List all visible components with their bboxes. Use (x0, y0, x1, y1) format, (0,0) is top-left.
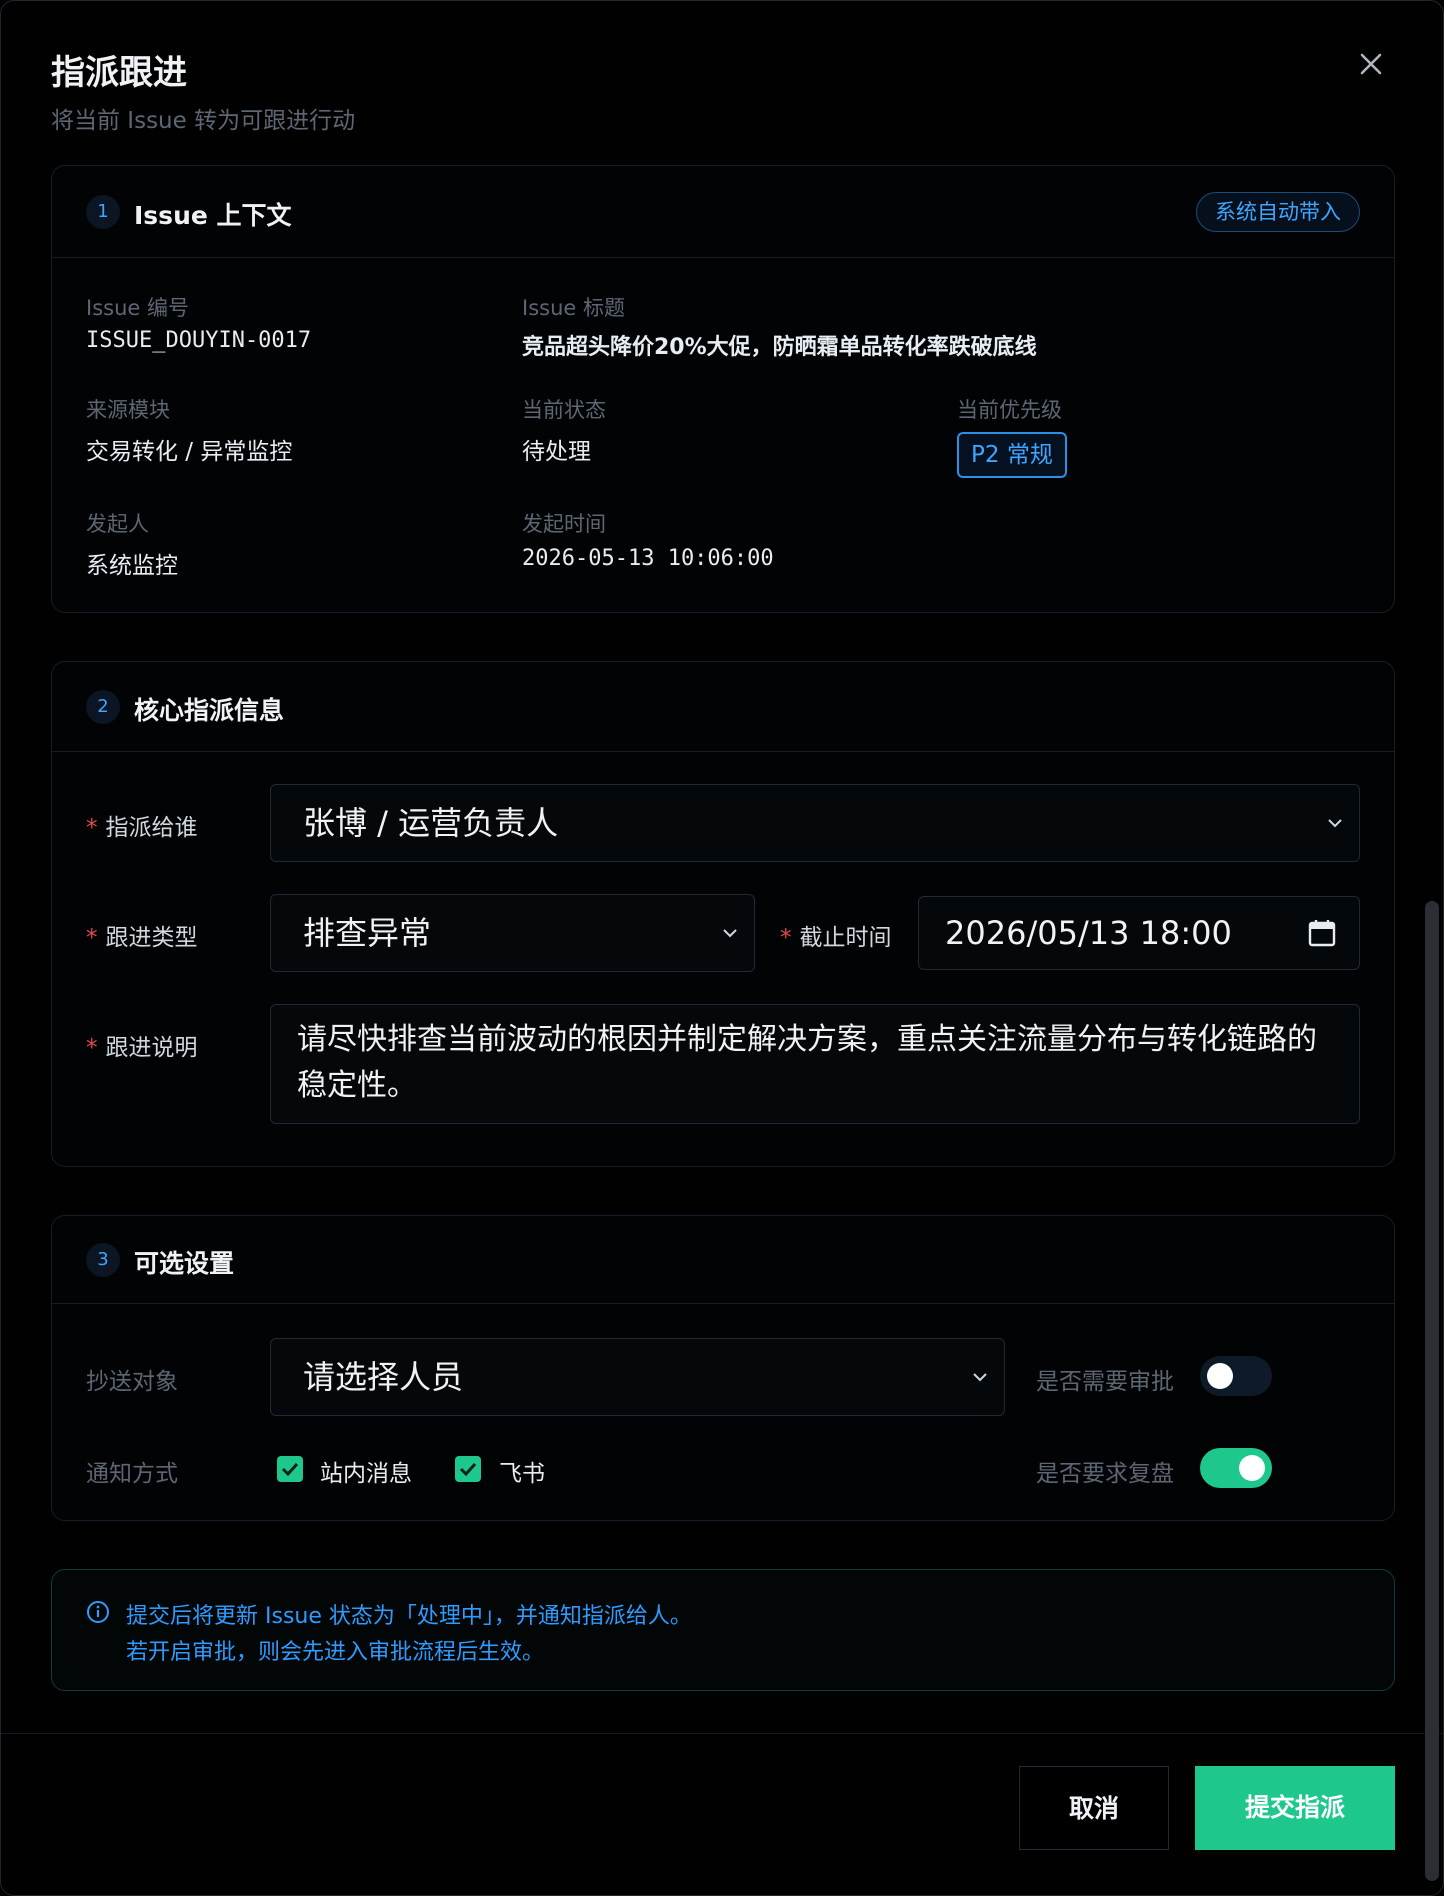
description-label-text: 跟进说明 (105, 1035, 198, 1061)
source-module-value: 交易转化 / 异常监控 (86, 439, 293, 465)
info-icon (87, 1601, 109, 1623)
approval-label: 是否需要审批 (1036, 1369, 1174, 1395)
follow-type-label: * 跟进类型 (86, 918, 198, 952)
cc-placeholder: 请选择人员 (303, 1358, 464, 1396)
notify-inapp-label: 站内消息 (320, 1461, 412, 1487)
toggle-knob (1239, 1455, 1265, 1481)
required-mark: * (86, 925, 98, 951)
card-header: 2 核心指派信息 (52, 662, 1394, 752)
core-assign-card: 2 核心指派信息 * 指派给谁 张博 / 运营负责人 * 跟进类型 排查异常 * 截止… (51, 661, 1395, 1167)
step-badge: 1 (86, 195, 120, 229)
optional-settings-card: 3 可选设置 抄送对象 请选择人员 是否需要审批 通知方式 站内消息 飞书 是否… (51, 1215, 1395, 1521)
dialog-title: 指派跟进 (51, 53, 187, 93)
notify-inapp-checkbox[interactable] (277, 1456, 303, 1482)
notify-feishu-checkbox[interactable] (455, 1456, 481, 1482)
step-badge: 2 (86, 690, 120, 724)
review-label: 是否要求复盘 (1036, 1461, 1174, 1487)
follow-type-select[interactable]: 排查异常 (270, 894, 755, 972)
notice-line-1: 提交后将更新 Issue 状态为「处理中」，并通知指派给人。 (126, 1604, 692, 1629)
deadline-value: 2026/05/13 18:00 (945, 914, 1232, 952)
status-label: 当前状态 (522, 398, 606, 422)
deadline-label: * 截止时间 (780, 918, 892, 952)
auto-fill-tag: 系统自动带入 (1196, 192, 1360, 232)
initiated-time-label: 发起时间 (522, 512, 606, 536)
check-icon (459, 1462, 477, 1477)
scrollbar-thumb[interactable] (1425, 901, 1439, 1881)
card-title: 可选设置 (134, 1249, 235, 1278)
issue-context-card: 1 Issue 上下文 系统自动带入 Issue 编号 ISSUE_DOUYIN… (51, 165, 1395, 613)
assignee-value: 张博 / 运营负责人 (303, 804, 559, 842)
issue-title-value: 竞品超头降价20%大促，防晒霜单品转化率跌破底线 (522, 335, 1037, 360)
issue-id-label: Issue 编号 (86, 296, 189, 320)
description-textarea[interactable]: 请尽快排查当前波动的根因并制定解决方案，重点关注流量分布与转化链路的稳定性。 (270, 1004, 1360, 1124)
chevron-down-icon (723, 929, 737, 938)
close-icon[interactable] (1355, 48, 1387, 80)
source-module-label: 来源模块 (86, 398, 170, 422)
issue-title-label: Issue 标题 (522, 296, 625, 320)
dialog-subtitle: 将当前 Issue 转为可跟进行动 (51, 108, 356, 134)
required-mark: * (86, 815, 98, 841)
initiator-label: 发起人 (86, 512, 149, 536)
card-title: 核心指派信息 (134, 696, 285, 725)
assignee-select[interactable]: 张博 / 运营负责人 (270, 784, 1360, 862)
calendar-icon[interactable] (1307, 918, 1337, 948)
cancel-button[interactable]: 取消 (1019, 1766, 1169, 1850)
card-header: 3 可选设置 (52, 1216, 1394, 1304)
chevron-down-icon (973, 1373, 987, 1382)
deadline-label-text: 截止时间 (799, 925, 892, 951)
chevron-down-icon (1328, 819, 1342, 828)
follow-type-value: 排查异常 (303, 914, 432, 952)
description-value: 请尽快排查当前波动的根因并制定解决方案，重点关注流量分布与转化链路的稳定性。 (297, 1022, 1317, 1103)
review-toggle[interactable] (1200, 1448, 1272, 1488)
approval-toggle[interactable] (1200, 1356, 1272, 1396)
cc-select[interactable]: 请选择人员 (270, 1338, 1005, 1416)
card-title: Issue 上下文 (134, 201, 292, 230)
deadline-input[interactable]: 2026/05/13 18:00 (918, 896, 1360, 970)
submit-button[interactable]: 提交指派 (1195, 1766, 1395, 1850)
required-mark: * (780, 925, 792, 951)
description-label: * 跟进说明 (86, 1028, 198, 1062)
cc-label: 抄送对象 (86, 1369, 178, 1395)
step-badge: 3 (86, 1243, 120, 1277)
notify-label: 通知方式 (86, 1461, 178, 1487)
assign-dialog: 指派跟进 将当前 Issue 转为可跟进行动 1 Issue 上下文 系统自动带… (0, 0, 1444, 1896)
status-value: 待处理 (522, 439, 591, 465)
priority-badge: P2 常规 (957, 432, 1067, 478)
issue-id-value: ISSUE_DOUYIN-0017 (86, 328, 312, 353)
priority-label: 当前优先级 (957, 398, 1062, 422)
card-header: 1 Issue 上下文 系统自动带入 (52, 166, 1394, 258)
assignee-label: * 指派给谁 (86, 808, 198, 842)
notify-feishu-label: 飞书 (499, 1461, 545, 1487)
required-mark: * (86, 1035, 98, 1061)
initiator-value: 系统监控 (86, 553, 178, 579)
notice-line-2: 若开启审批，则会先进入审批流程后生效。 (126, 1640, 545, 1665)
info-notice: 提交后将更新 Issue 状态为「处理中」，并通知指派给人。 若开启审批，则会先… (51, 1569, 1395, 1691)
toggle-knob (1207, 1363, 1233, 1389)
follow-type-label-text: 跟进类型 (105, 925, 198, 951)
initiated-time-value: 2026-05-13 10:06:00 (522, 546, 774, 571)
check-icon (281, 1462, 299, 1477)
assignee-label-text: 指派给谁 (105, 815, 198, 841)
